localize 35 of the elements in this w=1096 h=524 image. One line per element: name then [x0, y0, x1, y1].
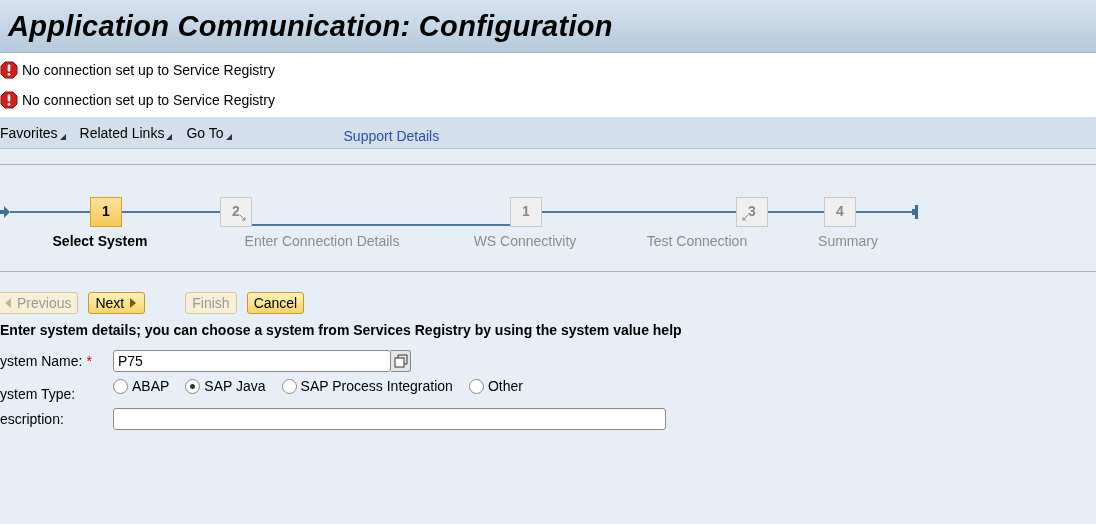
support-details-link[interactable]: Support Details [343, 127, 440, 144]
menu-item[interactable]: Related Links [79, 124, 173, 141]
end-marker-icon [912, 205, 918, 219]
arrow-icon [741, 214, 749, 222]
menu-item[interactable]: Favorites [0, 124, 66, 141]
menu-item[interactable]: Go To [186, 124, 232, 141]
cancel-button[interactable]: Cancel [246, 292, 305, 314]
field-label: escription: [0, 411, 64, 427]
radio-option[interactable]: Other [468, 378, 523, 394]
description-field[interactable] [113, 408, 666, 430]
error-message: No connection set up to Service Registry [22, 92, 275, 108]
dropdown-triangle-icon [59, 133, 66, 140]
required-mark: * [86, 353, 92, 369]
start-arrow-icon [0, 206, 10, 218]
arrow-icon [239, 214, 247, 222]
field-label: ystem Name: [0, 353, 83, 369]
step-label: Select System [51, 233, 149, 249]
step-label: Test Connection [645, 233, 749, 249]
step-label: Enter Connection Details [243, 233, 401, 249]
step-number[interactable]: 1 [90, 197, 122, 227]
radio-option[interactable]: SAP Process Integration [281, 378, 453, 394]
field-label: ystem Type: [0, 386, 76, 402]
dropdown-triangle-icon [225, 133, 232, 140]
value-help-button[interactable] [391, 350, 411, 372]
dropdown-triangle-icon [166, 133, 173, 140]
step-label: WS Connectivity [472, 233, 578, 249]
instruction-text: Enter system details; you can choose a system from Services Registry by using the system value help [0, 322, 683, 338]
radio-option[interactable]: SAP Java [185, 378, 266, 394]
next-button[interactable]: Next [88, 292, 146, 314]
window-title: Application Communication: Configuration [8, 9, 613, 43]
left-triangle-icon [3, 298, 11, 308]
radio-option[interactable]: ABAP [113, 378, 170, 394]
system-name-field[interactable]: P75 [113, 350, 391, 372]
error-message: No connection set up to Service Registry [22, 62, 275, 78]
step-label: Summary [817, 233, 879, 249]
